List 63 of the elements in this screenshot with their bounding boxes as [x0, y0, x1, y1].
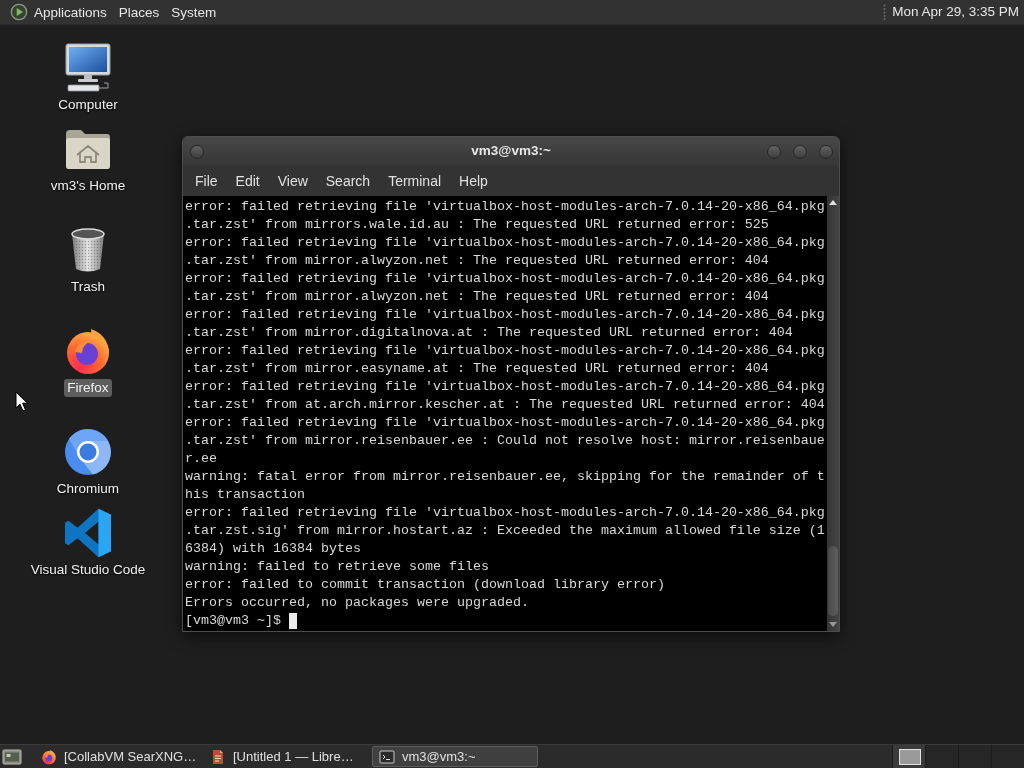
mouse-pointer-icon	[15, 391, 29, 412]
terminal-icon	[379, 748, 395, 765]
terminal-line: .tar.zst' from mirror.alwyzon.net : The requested URL returned error: 404	[185, 288, 770, 306]
browser-icon[interactable]	[63, 427, 113, 477]
terminal-line: .tar.zst.sig' from mirror.hostart.az : Exceeded the maximum allowed file size (1	[185, 522, 826, 540]
desktop-icon-label[interactable]: Chromium	[53, 480, 123, 498]
panel-menu[interactable]: Applications	[28, 0, 113, 25]
panel-menu[interactable]: Places	[112, 0, 166, 25]
code-editor-icon[interactable]	[63, 508, 113, 558]
terminal-line: error: failed retrieving file 'virtualbox-host-modules-arch-7.0.14-20-x86_64.pkg	[185, 414, 826, 432]
workspace-cell[interactable]	[991, 745, 1024, 768]
terminal-line: error: failed retrieving file 'virtualbox-host-modules-arch-7.0.14-20-x86_64.pkg	[185, 234, 826, 252]
desktop-icon-label[interactable]: Computer	[55, 96, 121, 114]
terminal-line: .tar.zst' from mirror.easyname.at : The requested URL returned error: 404	[185, 360, 770, 378]
desktop-icon-label[interactable]: Firefox	[64, 379, 112, 397]
play-circle-icon[interactable]	[10, 3, 28, 21]
terminal-line: error: failed to commit transaction (download library error)	[185, 576, 666, 594]
menu-item[interactable]: Help	[450, 166, 497, 196]
window-thumbnail	[899, 748, 921, 765]
terminal-line: .tar.zst' from mirror.reisenbauer.ee : Could not resolve host: mirror.reisenbaue	[185, 432, 826, 450]
workspace-cell[interactable]	[958, 745, 991, 768]
terminal-line: warning: fatal error from mirror.reisenbauer.ee, skipping for the remainder of t	[185, 468, 826, 486]
menu-item[interactable]: View	[268, 166, 317, 196]
menu-item[interactable]: Search	[316, 166, 380, 196]
terminal-prompt: [vm3@vm3 ~]$	[185, 612, 281, 630]
terminal-line: error: failed retrieving file 'virtualbox-host-modules-arch-7.0.14-20-x86_64.pkg	[185, 342, 826, 360]
terminal-line: .tar.zst' from mirrors.wale.id.au : The requested URL returned error: 525	[185, 216, 770, 234]
computer-icon[interactable]	[63, 43, 113, 93]
terminal-line: error: failed retrieving file 'virtualbox-host-modules-arch-7.0.14-20-x86_64.pkg	[185, 270, 826, 288]
menu-item[interactable]: File	[186, 166, 227, 196]
terminal-line: warning: failed to retrieve some files	[185, 558, 490, 576]
terminal-line: error: failed retrieving file 'virtualbox-host-modules-arch-7.0.14-20-x86_64.pkg	[185, 378, 826, 396]
terminal-line: r.ee	[185, 450, 218, 468]
terminal-line: error: failed retrieving file 'virtualbox-host-modules-arch-7.0.14-20-x86_64.pkg	[185, 306, 826, 324]
desktop-icon-label[interactable]: Trash	[68, 278, 108, 296]
scrollbar-thumb[interactable]	[828, 546, 838, 616]
panel-handle-icon	[883, 4, 887, 20]
menu-item[interactable]: Terminal	[379, 166, 451, 196]
terminal-line: Errors occurred, no packages were upgraded.	[185, 594, 530, 612]
workspace-cell[interactable]	[892, 745, 925, 768]
document-icon	[210, 748, 226, 765]
terminal-line: his transaction	[185, 486, 306, 504]
desktop-icon-label[interactable]: Visual Studio Code	[27, 561, 149, 579]
scroll-up-icon[interactable]	[829, 200, 837, 205]
workspace-cell[interactable]	[925, 745, 958, 768]
terminal-line: error: failed retrieving file 'virtualbox-host-modules-arch-7.0.14-20-x86_64.pkg	[185, 504, 826, 522]
terminal-line: .tar.zst' from at.arch.mirror.kescher.at : The requested URL returned error: 404	[185, 396, 826, 414]
taskbar-button[interactable]: [Untitled 1 — Libre…	[203, 746, 369, 767]
clock: Mon Apr 29, 3:35 PM	[892, 2, 1019, 21]
terminal-line: error: failed retrieving file 'virtualbox-host-modules-arch-7.0.14-20-x86_64.pkg	[185, 198, 826, 216]
window-title: vm3@vm3:~	[471, 142, 551, 161]
taskbar-button[interactable]: [CollabVM SearXNG…	[34, 746, 200, 767]
terminal-line: 6384) with 16384 bytes	[185, 540, 362, 558]
terminal-line: .tar.zst' from mirror.digitalnova.at : The requested URL returned error: 404	[185, 324, 794, 342]
menu-item[interactable]: Edit	[226, 166, 269, 196]
browser-icon	[41, 748, 57, 765]
taskbar-button[interactable]: vm3@vm3:~	[372, 746, 538, 767]
desktop-icon-label[interactable]: vm3's Home	[47, 177, 129, 195]
scroll-down-icon[interactable]	[829, 622, 837, 627]
terminal-line: .tar.zst' from mirror.alwyzon.net : The requested URL returned error: 404	[185, 252, 770, 270]
panel-menu[interactable]: System	[165, 0, 223, 25]
show-desktop-icon[interactable]	[2, 746, 22, 767]
text-cursor-icon	[289, 613, 297, 629]
